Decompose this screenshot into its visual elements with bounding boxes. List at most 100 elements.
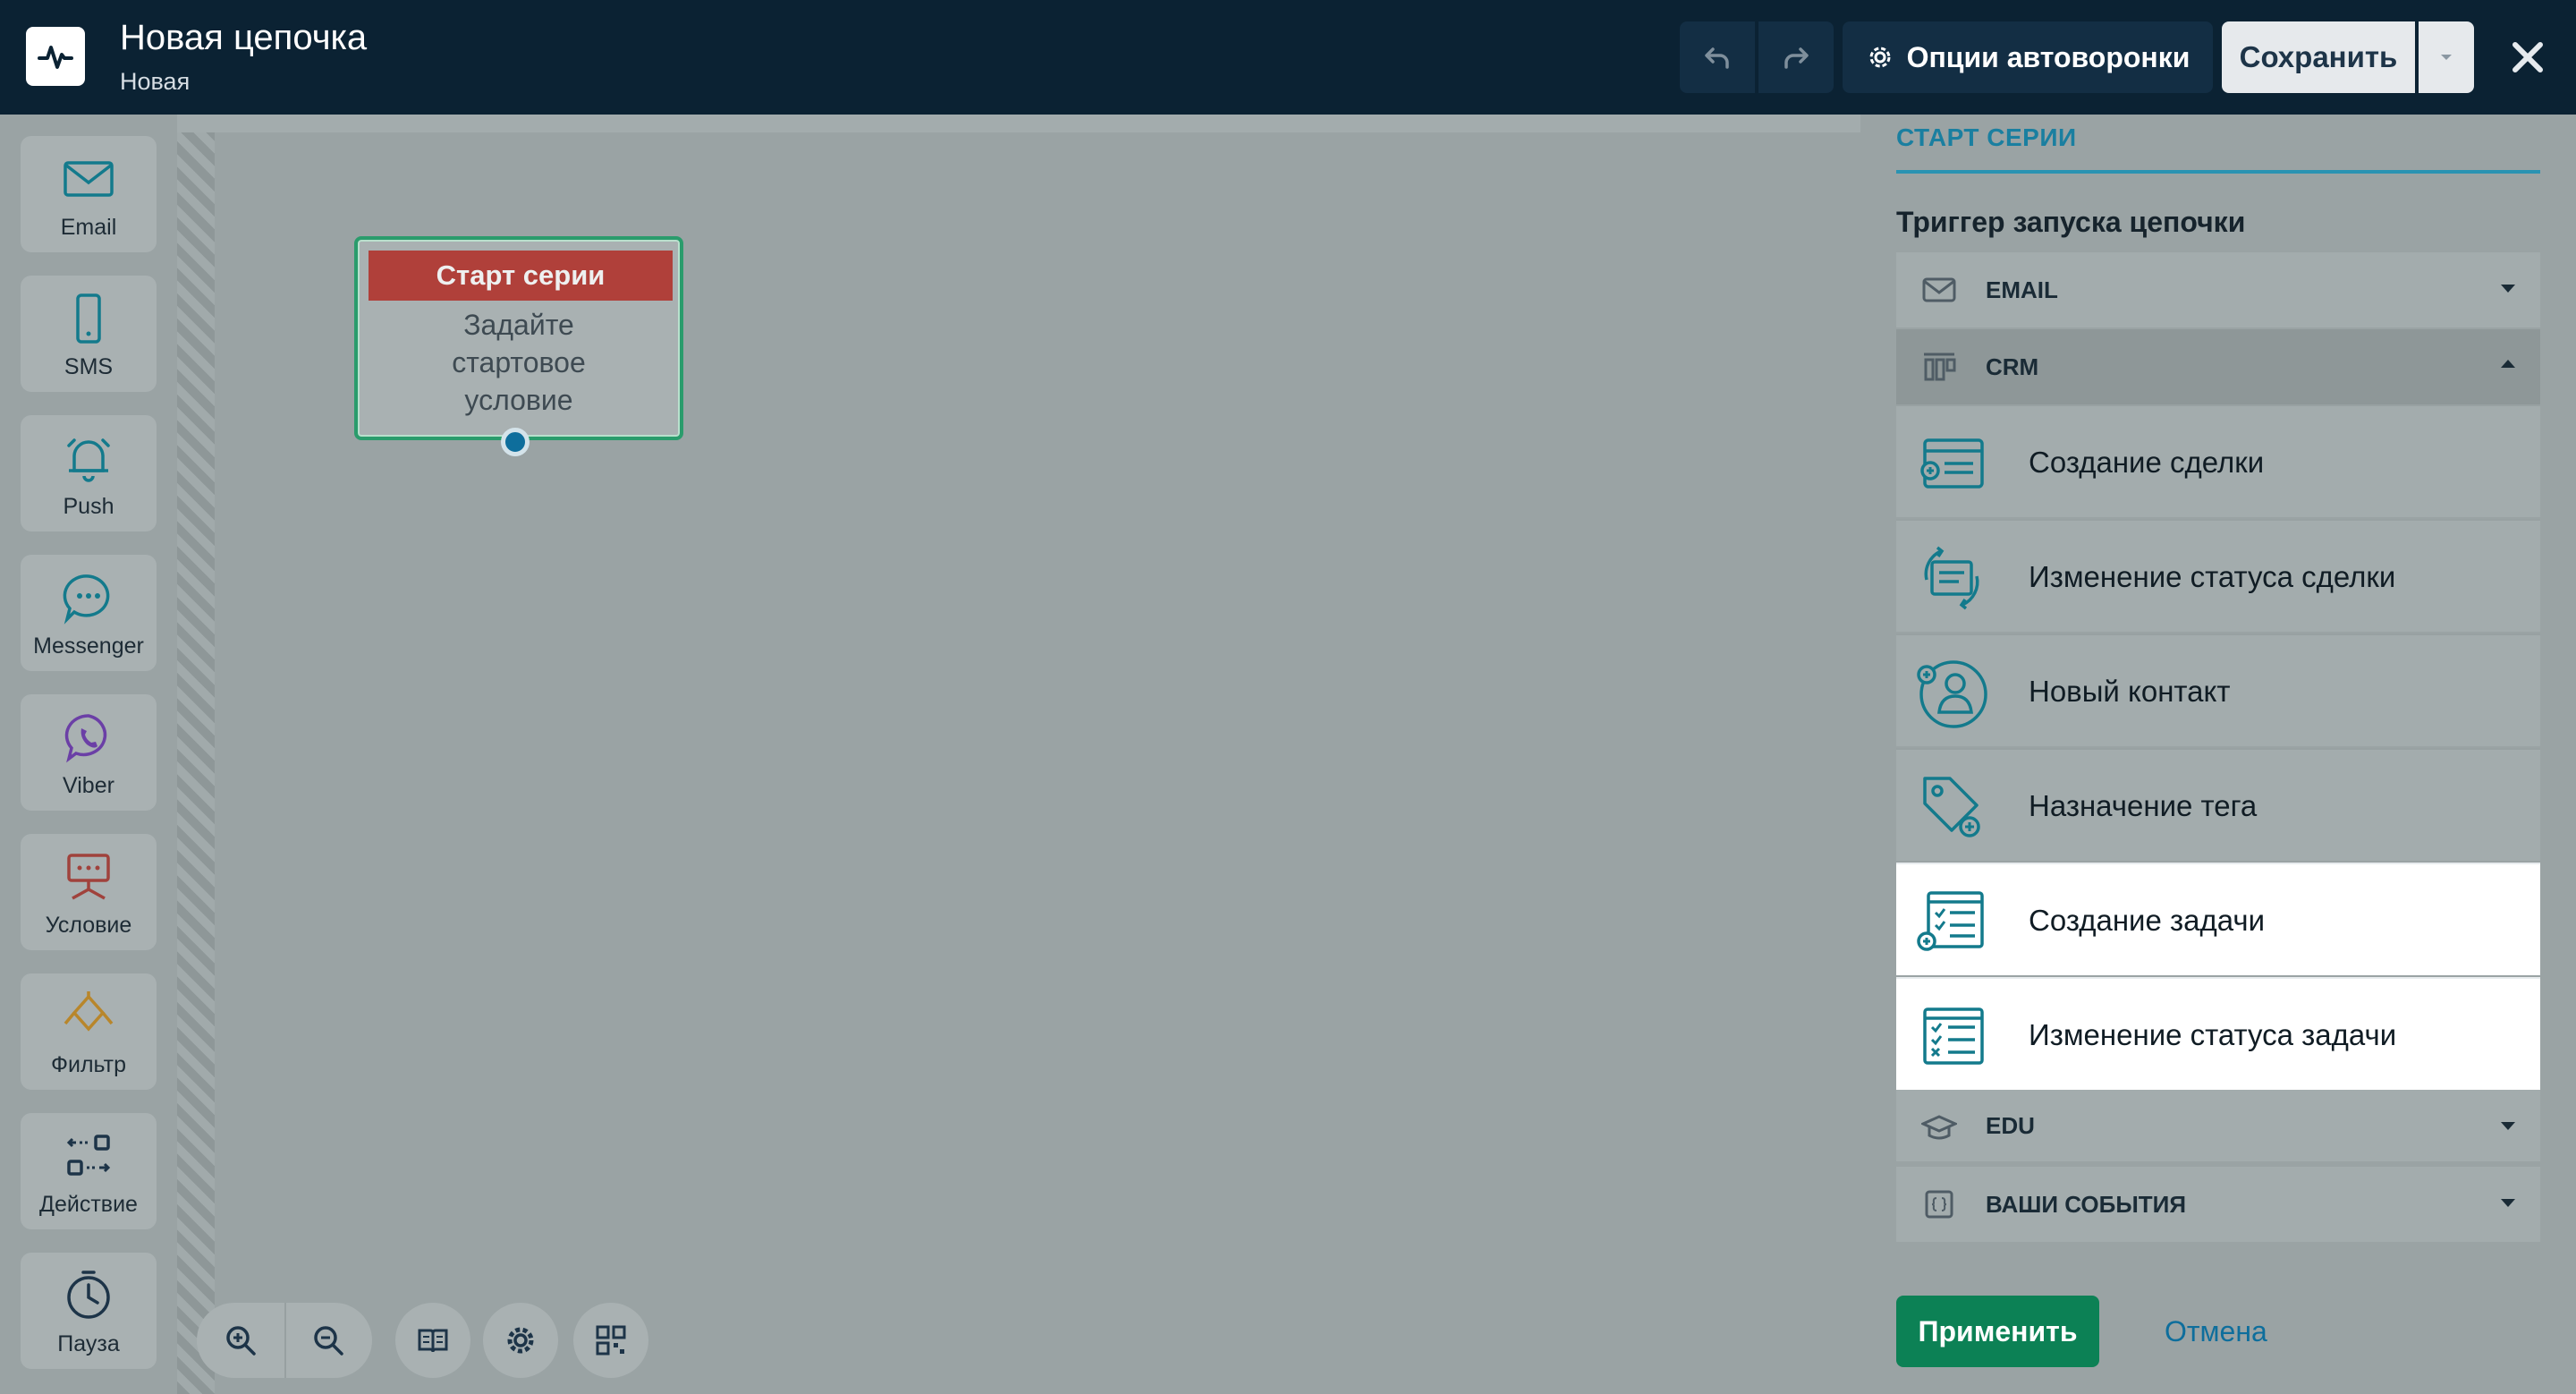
graduation-cap-icon [1921, 1111, 1957, 1143]
filter-icon [64, 991, 114, 1032]
trigger-item-label: Создание сделки [2029, 446, 2265, 479]
tool-email-label: Email [60, 215, 117, 240]
deal-status-icon [1924, 546, 1979, 610]
cancel-button[interactable]: Отмена [2165, 1296, 2267, 1367]
panel-heading: Триггер запуска цепочки [1896, 206, 2246, 238]
crm-icon [1921, 351, 1957, 383]
trigger-item-new-contact[interactable]: Новый контакт [1896, 633, 2540, 746]
book-icon [418, 1329, 448, 1353]
trigger-item-label: Изменение статуса задачи [2029, 1018, 2397, 1051]
funnel-options-label: Опции автоворонки [1906, 40, 2190, 73]
canvas-top-edge [177, 115, 1860, 132]
category-email-label: EMAIL [1986, 276, 2058, 303]
zoom-in-icon [226, 1326, 256, 1356]
tag-icon [1923, 777, 1980, 837]
trigger-item-deal-status[interactable]: Изменение статуса сделки [1896, 519, 2540, 632]
phone-icon [76, 293, 101, 344]
tool-pause[interactable]: Пауза [21, 1253, 157, 1369]
envelope-icon [64, 161, 114, 197]
start-node-body-line: стартовое [452, 346, 586, 378]
tool-pause-label: Пауза [57, 1331, 120, 1356]
funnel-options-button[interactable]: Опции автоворонки [1843, 21, 2213, 93]
node-output-port[interactable] [501, 428, 530, 456]
pulse-icon [38, 46, 73, 69]
close-button[interactable] [2501, 30, 2555, 84]
apply-button[interactable]: Применить [1896, 1296, 2099, 1367]
redo-icon [1784, 47, 1809, 69]
redo-button[interactable] [1758, 21, 1834, 93]
minimap-button[interactable] [573, 1303, 648, 1378]
zoom-controls [197, 1303, 372, 1378]
tab-start-series[interactable]: СТАРТ СЕРИИ [1896, 123, 2077, 152]
chevron-down-icon [2501, 1122, 2515, 1130]
grid-layout-icon [596, 1325, 626, 1356]
task-status-icon [1923, 1007, 1984, 1065]
trigger-item-task-create[interactable]: Создание задачи [1896, 863, 2540, 975]
start-node-title: Старт серии [369, 251, 673, 301]
top-bar: Новая цепочка Новая Опции автоворонки Со… [0, 0, 2576, 115]
save-button[interactable]: Сохранить [2222, 21, 2415, 93]
tool-email[interactable]: Email [21, 136, 157, 252]
envelope-icon [1921, 274, 1957, 306]
category-custom-events[interactable]: ВАШИ СОБЫТИЯ [1896, 1167, 2540, 1242]
gear-icon [1869, 47, 1891, 68]
tool-filter-label: Фильтр [51, 1052, 126, 1077]
category-crm-label: CRM [1986, 353, 2039, 380]
canvas-edge [177, 115, 215, 1394]
start-node[interactable]: Старт серии Задайте стартовое условие [354, 236, 683, 456]
trigger-item-task-status[interactable]: Изменение статуса задачи [1896, 977, 2540, 1090]
chat-bubble-icon [63, 574, 110, 625]
deal-create-icon [1920, 438, 1984, 489]
close-icon [2512, 42, 2543, 72]
viber-icon [64, 714, 107, 763]
tool-action[interactable]: Действие [21, 1113, 157, 1229]
start-node-body-line: условие [464, 384, 573, 416]
element-toolbar: Email SMS Push Messenger Viber Условие Ф… [0, 115, 177, 1394]
chain-title[interactable]: Новая цепочка [120, 16, 367, 59]
category-crm[interactable]: CRM [1896, 329, 2540, 404]
chain-status: Новая [120, 68, 191, 95]
trigger-item-label: Изменение статуса сделки [2029, 560, 2396, 593]
tool-condition-label: Условие [45, 913, 132, 938]
tool-viber-label: Viber [63, 773, 114, 798]
bell-icon [67, 438, 110, 482]
zoom-in-button[interactable] [197, 1303, 284, 1378]
save-dropdown-button[interactable] [2419, 21, 2474, 93]
new-contact-icon [1917, 660, 1987, 728]
tool-filter[interactable]: Фильтр [21, 973, 157, 1090]
tool-push[interactable]: Push [21, 415, 157, 531]
action-icon [66, 1135, 111, 1176]
canvas-settings-button[interactable] [483, 1303, 558, 1378]
trigger-panel: СТАРТ СЕРИИ Триггер запуска цепочки EMAI… [1860, 115, 2576, 1394]
chevron-down-icon [2501, 1199, 2515, 1207]
tool-action-label: Действие [39, 1192, 138, 1217]
zoom-out-button[interactable] [284, 1303, 372, 1378]
code-braces-icon [1921, 1188, 1957, 1220]
undo-icon [1705, 47, 1729, 69]
chevron-down-icon [2501, 285, 2515, 293]
condition-icon [67, 854, 110, 900]
trigger-item-deal-create[interactable]: Создание сделки [1896, 404, 2540, 517]
tool-condition[interactable]: Условие [21, 834, 157, 950]
tab-underline [1896, 170, 2540, 174]
tool-messenger[interactable]: Messenger [21, 555, 157, 671]
app-logo[interactable] [26, 27, 85, 86]
gear-icon [507, 1327, 534, 1354]
category-custom-events-label: ВАШИ СОБЫТИЯ [1986, 1190, 2187, 1218]
help-book-button[interactable] [395, 1303, 470, 1378]
chevron-down-icon [2441, 55, 2452, 60]
clock-icon [67, 1271, 110, 1319]
task-create-icon [1917, 891, 1984, 951]
category-edu[interactable]: EDU [1896, 1090, 2540, 1161]
trigger-item-label: Назначение тега [2029, 789, 2258, 822]
trigger-item-label: Создание задачи [2029, 904, 2265, 937]
tool-sms[interactable]: SMS [21, 276, 157, 392]
trigger-item-label: Новый контакт [2029, 675, 2231, 708]
category-edu-label: EDU [1986, 1111, 2035, 1139]
start-node-body: Задайте стартовое условие [358, 306, 680, 419]
undo-button[interactable] [1680, 21, 1755, 93]
tool-push-label: Push [63, 494, 114, 519]
trigger-item-tag[interactable]: Назначение тега [1896, 748, 2540, 861]
tool-viber[interactable]: Viber [21, 694, 157, 811]
category-email[interactable]: EMAIL [1896, 252, 2540, 327]
